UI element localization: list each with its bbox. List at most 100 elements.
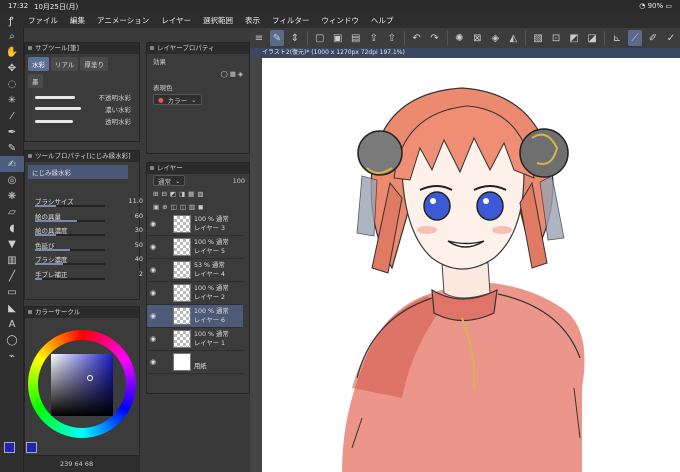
deselect-icon[interactable]: ▧: [531, 30, 545, 46]
app-logo-icon[interactable]: ꝭ: [0, 13, 22, 27]
main-color-swatch[interactable]: [4, 442, 15, 453]
figure-icon[interactable]: ╱: [0, 268, 24, 284]
prop-stabilization[interactable]: 手ブレ補正 2: [25, 267, 143, 282]
pen-icon[interactable]: ✒: [0, 124, 24, 140]
subtab-ink[interactable]: 墨: [28, 74, 43, 88]
fill-icon[interactable]: ◈: [488, 30, 502, 46]
eye-icon[interactable]: ◉: [147, 220, 159, 228]
subtab-watercolor[interactable]: 水彩: [28, 57, 49, 71]
undo-icon[interactable]: ↶: [410, 30, 424, 46]
prop-brush-size[interactable]: ブラシサイズ 11.0: [25, 194, 143, 209]
menu-animation[interactable]: アニメーション: [91, 15, 155, 26]
layer-thumbnail: [173, 284, 191, 302]
opacity-value[interactable]: 100: [233, 177, 249, 185]
balloon-icon[interactable]: ◯: [0, 332, 24, 348]
eye-icon[interactable]: ◉: [147, 289, 159, 297]
menu-view[interactable]: 表示: [239, 15, 266, 26]
eyedropper-icon[interactable]: ⁄: [0, 108, 24, 124]
text-icon[interactable]: A: [0, 316, 24, 332]
layer-row-paper[interactable]: ◉ 用紙: [147, 351, 243, 374]
blend-icon[interactable]: ◖: [0, 220, 24, 236]
subtab-thick[interactable]: 厚塗り: [80, 57, 108, 71]
eye-icon[interactable]: ◉: [147, 312, 159, 320]
brush-icon[interactable]: ✍: [0, 156, 24, 172]
illustration-artwork: [342, 87, 585, 472]
layer-actions-1[interactable]: ⊞⊟◩◨▦▧: [147, 187, 249, 200]
save-icon[interactable]: ▤: [349, 30, 363, 46]
subtab-real[interactable]: リアル: [51, 57, 79, 71]
display-color-dropdown[interactable]: ● カラー ⌄: [153, 94, 202, 105]
display-color-label: 表現色: [153, 83, 173, 92]
clear-icon[interactable]: ⊠: [470, 30, 484, 46]
edit-icon[interactable]: ✐: [646, 30, 660, 46]
menu-selection[interactable]: 選択範囲: [197, 15, 239, 26]
prop-color-stretch[interactable]: 色延び 50: [25, 238, 143, 253]
lasso-icon[interactable]: ◌: [0, 76, 24, 92]
layer-row[interactable]: ◉ 100 % 通常 レイヤー 2: [147, 282, 243, 305]
new-canvas-icon[interactable]: ▢: [313, 30, 327, 46]
fill-bucket-icon[interactable]: ▼: [0, 236, 24, 252]
menu-window[interactable]: ウィンドウ: [315, 15, 365, 26]
redo-icon[interactable]: ↷: [428, 30, 442, 46]
select-brush-icon[interactable]: ◪: [585, 30, 599, 46]
brush-transparent-watercolor[interactable]: 透明水彩: [25, 115, 139, 127]
layer-row[interactable]: ◉ 53 % 通常 レイヤー 4: [147, 259, 243, 282]
pen-check-icon[interactable]: ✓: [664, 30, 678, 46]
eraser-icon[interactable]: ▱: [0, 204, 24, 220]
saturation-value-square[interactable]: [51, 354, 113, 416]
drawing-canvas[interactable]: [262, 58, 680, 472]
ruler-icon[interactable]: ⊾: [610, 30, 624, 46]
auto-select-icon[interactable]: ✳: [0, 92, 24, 108]
layer-row[interactable]: ◉ 100 % 通常 レイヤー 3: [147, 213, 243, 236]
pencil-icon[interactable]: ✎: [0, 140, 24, 156]
stroke-icon[interactable]: ⟋: [627, 30, 642, 46]
invert-icon[interactable]: ◩: [567, 30, 581, 46]
airbrush-icon[interactable]: ◎: [0, 172, 24, 188]
blend-mode-dropdown[interactable]: 通常 ⌄: [153, 175, 186, 186]
frame-icon[interactable]: ▭: [0, 284, 24, 300]
eye-icon[interactable]: ◉: [147, 243, 159, 251]
brush-name: にじみ縁水彩: [28, 165, 128, 179]
chevron-icon[interactable]: ⇕: [288, 30, 302, 46]
flip-icon[interactable]: ◭: [506, 30, 520, 46]
eye-icon[interactable]: ◉: [147, 266, 159, 274]
decoration-icon[interactable]: ❋: [0, 188, 24, 204]
crop-icon[interactable]: ⊡: [549, 30, 563, 46]
eye-icon[interactable]: ◉: [147, 358, 159, 366]
move-icon[interactable]: ✥: [0, 60, 24, 76]
menu-help[interactable]: ヘルプ: [365, 15, 400, 26]
menu-file[interactable]: ファイル: [22, 15, 64, 26]
menu-filter[interactable]: フィルター: [266, 15, 315, 26]
open-icon[interactable]: ▣: [331, 30, 345, 46]
sub-color-swatch[interactable]: [26, 442, 37, 453]
menu-layer[interactable]: レイヤー: [155, 15, 197, 26]
prop-paint-amount[interactable]: 絵の具量 60: [25, 209, 143, 224]
correction-icon[interactable]: ⌁: [0, 348, 24, 364]
layer-row-selected[interactable]: ◉ 100 % 通常 レイヤー 6: [147, 305, 243, 328]
loading-icon[interactable]: ✺: [452, 30, 466, 46]
layer-row[interactable]: ◉ 100 % 通常 レイヤー 1: [147, 328, 243, 351]
hamburger-icon[interactable]: ≡: [252, 30, 266, 46]
chevron-down-icon: ⌄: [191, 95, 197, 104]
ruler-tool-icon[interactable]: ◣: [0, 300, 24, 316]
brush-dark-watercolor[interactable]: 濃い水彩: [25, 103, 139, 115]
effect-buttons[interactable]: ◯ ▦ ◈: [147, 67, 249, 80]
menu-edit[interactable]: 編集: [64, 15, 91, 26]
eye-icon[interactable]: ◉: [147, 335, 159, 343]
zoom-icon[interactable]: ⌕: [0, 28, 24, 44]
command-bar: ≡ ✎ ⇕ ▢ ▣ ▤ ⇪ ⇧ ↶ ↷ ✺ ⊠ ◈ ◭ ▧ ⊡ ◩ ◪ ⊾ ⟋ …: [250, 28, 680, 48]
layer-row[interactable]: ◉ 100 % 通常 レイヤー 5: [147, 236, 243, 259]
effect-label: 効果: [153, 57, 166, 66]
document-tab[interactable]: イラスト2(復元)* (1000 x 1270px 72dpi 197.1%): [250, 48, 680, 58]
layer-thumbnail: [173, 261, 191, 279]
color-picker-cursor[interactable]: [87, 375, 93, 381]
prop-paint-density[interactable]: 絵の具濃度 30: [25, 223, 143, 238]
export-icon[interactable]: ⇪: [367, 30, 381, 46]
prop-brush-density[interactable]: ブラシ濃度 40: [25, 252, 143, 267]
hand-icon[interactable]: ✋: [0, 44, 24, 60]
brush-opaque-watercolor[interactable]: 不透明水彩: [25, 91, 139, 103]
gradient-icon[interactable]: ▥: [0, 252, 24, 268]
layer-actions-2[interactable]: ▣⊕◫◫▥◼: [147, 200, 249, 213]
upload-icon[interactable]: ⇧: [385, 30, 399, 46]
pen-mode-icon[interactable]: ✎: [270, 30, 284, 46]
